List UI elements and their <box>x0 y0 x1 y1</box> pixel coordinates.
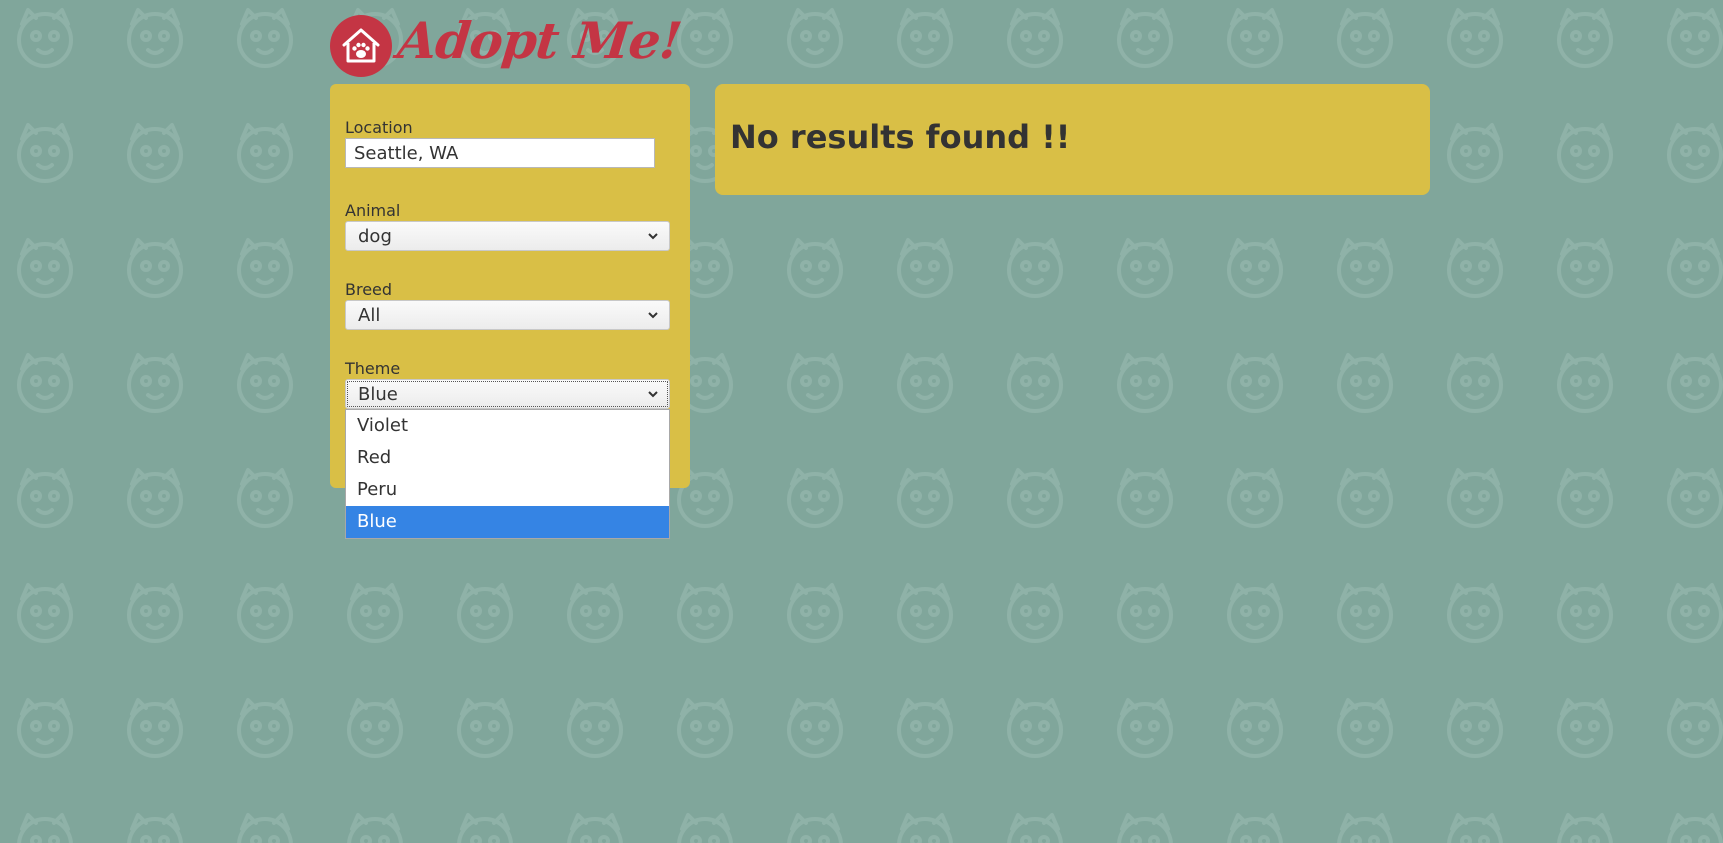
house-paw-icon[interactable] <box>330 15 392 77</box>
results-panel: No results found !! <box>715 84 1430 195</box>
app-title[interactable]: Adopt Me! <box>395 11 684 70</box>
chevron-down-icon <box>648 233 658 240</box>
theme-option-blue[interactable]: Blue <box>346 506 669 538</box>
breed-label: Breed <box>345 280 393 299</box>
location-label: Location <box>345 118 413 137</box>
app-header: Adopt Me! <box>330 8 684 84</box>
chevron-down-icon <box>648 312 658 319</box>
theme-select-value: Blue <box>358 384 398 405</box>
theme-option-peru[interactable]: Peru <box>346 474 669 506</box>
no-results-message: No results found !! <box>730 118 1071 156</box>
animal-select[interactable]: dog <box>345 221 670 251</box>
animal-select-value: dog <box>358 226 392 247</box>
breed-select-value: All <box>358 305 381 326</box>
theme-dropdown-list: Violet Red Peru Blue <box>345 409 670 539</box>
theme-option-red[interactable]: Red <box>346 442 669 474</box>
location-input[interactable]: Seattle, WA <box>345 138 655 168</box>
theme-select[interactable]: Blue <box>345 379 670 409</box>
chevron-down-icon <box>648 391 658 398</box>
theme-label: Theme <box>345 359 401 378</box>
breed-select[interactable]: All <box>345 300 670 330</box>
theme-option-violet[interactable]: Violet <box>346 410 669 442</box>
animal-label: Animal <box>345 201 401 220</box>
